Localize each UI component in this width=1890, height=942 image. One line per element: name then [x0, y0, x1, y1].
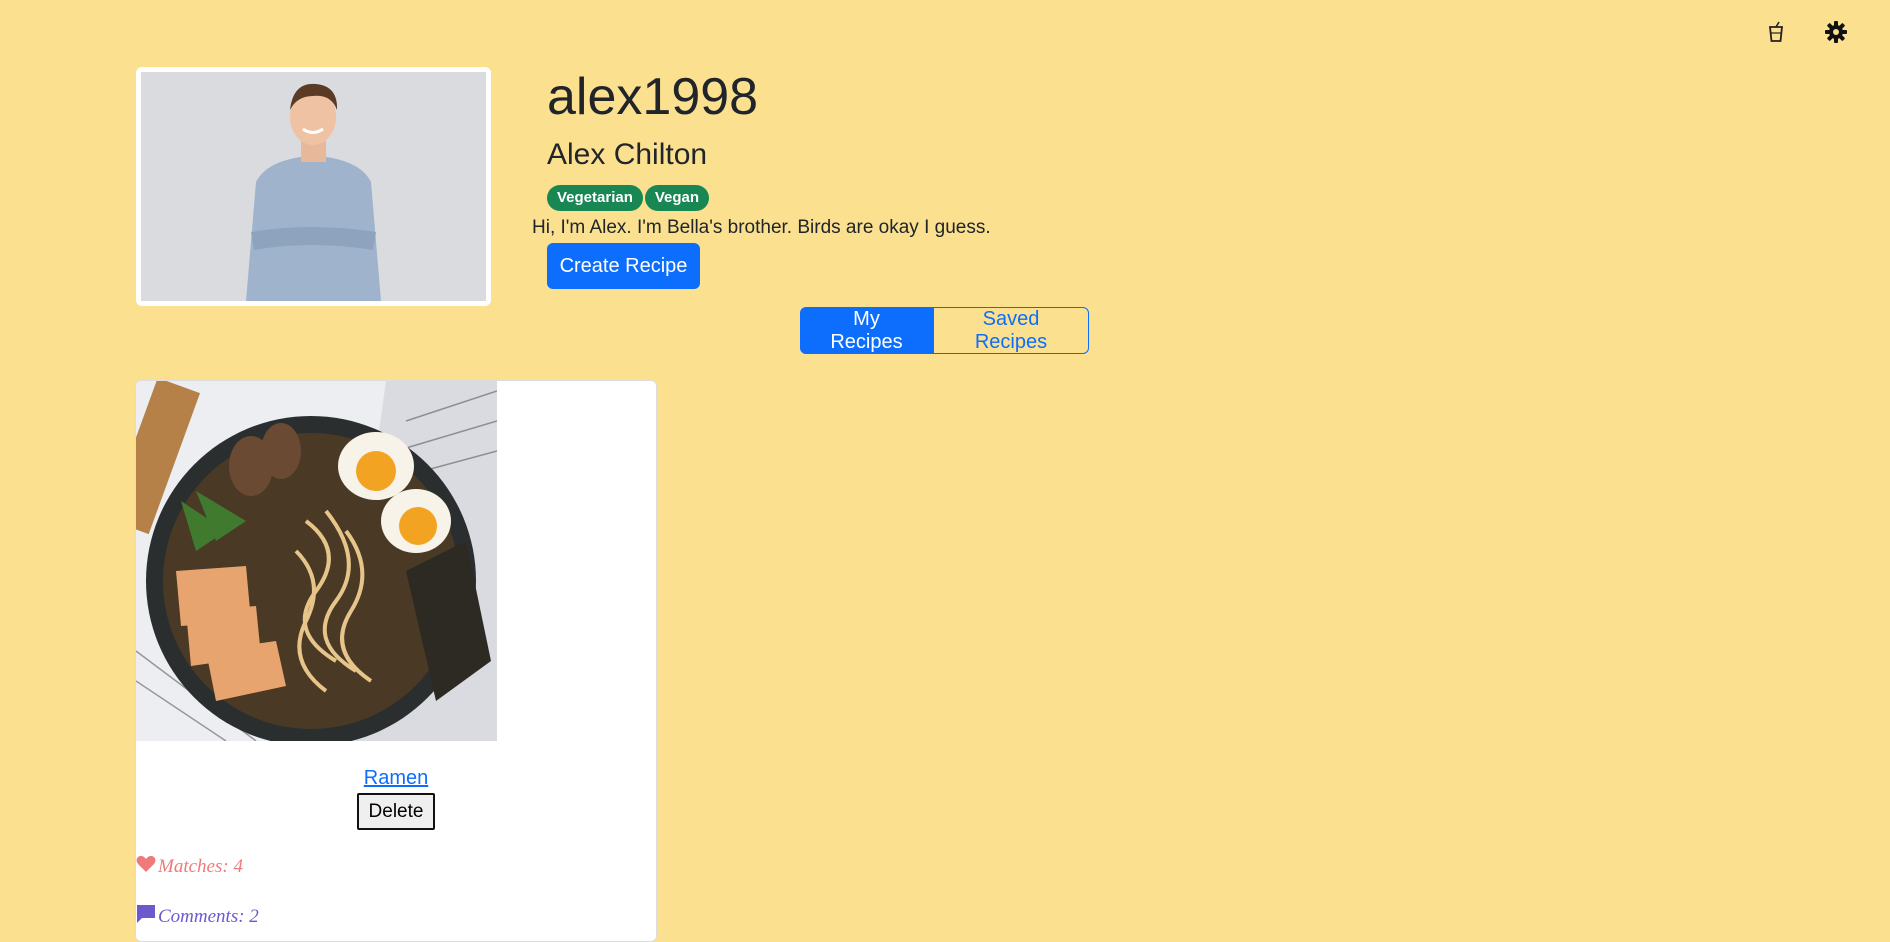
top-toolbar	[1762, 18, 1850, 46]
tab-saved-recipes[interactable]: Saved Recipes	[933, 307, 1089, 354]
tab-my-recipes[interactable]: My Recipes	[800, 307, 933, 354]
comments-count: Comments: 2	[158, 906, 259, 927]
profile-photo-image	[141, 72, 486, 301]
profile-bio: Hi, I'm Alex. I'm Bella's brother. Birds…	[532, 217, 991, 238]
diet-badge-vegetarian: Vegetarian	[547, 185, 643, 211]
drink-icon[interactable]	[1762, 18, 1790, 46]
delete-recipe-button[interactable]: Delete	[357, 793, 435, 830]
recipe-title-link[interactable]: Ramen	[136, 767, 656, 790]
comment-icon	[136, 904, 156, 930]
username-heading: alex1998	[547, 68, 759, 126]
full-name: Alex Chilton	[547, 138, 708, 171]
gear-icon[interactable]	[1822, 18, 1850, 46]
recipe-tabs: My Recipes Saved Recipes	[800, 307, 1089, 354]
heart-icon	[136, 855, 156, 879]
recipe-comments: Comments: 2	[136, 904, 259, 930]
matches-count: Matches: 4	[158, 856, 243, 877]
diet-badge-vegan: Vegan	[644, 185, 710, 211]
diet-badges: Vegetarian Vegan	[547, 185, 758, 211]
profile-photo	[136, 67, 491, 306]
recipe-image	[136, 381, 497, 741]
create-recipe-button[interactable]: Create Recipe	[547, 243, 700, 289]
recipe-card: Ramen Delete Matches: 4 Comments: 2	[135, 380, 657, 942]
recipe-matches: Matches: 4	[136, 855, 243, 879]
profile-info: alex1998 Alex Chilton Vegetarian Vegan	[547, 65, 758, 211]
